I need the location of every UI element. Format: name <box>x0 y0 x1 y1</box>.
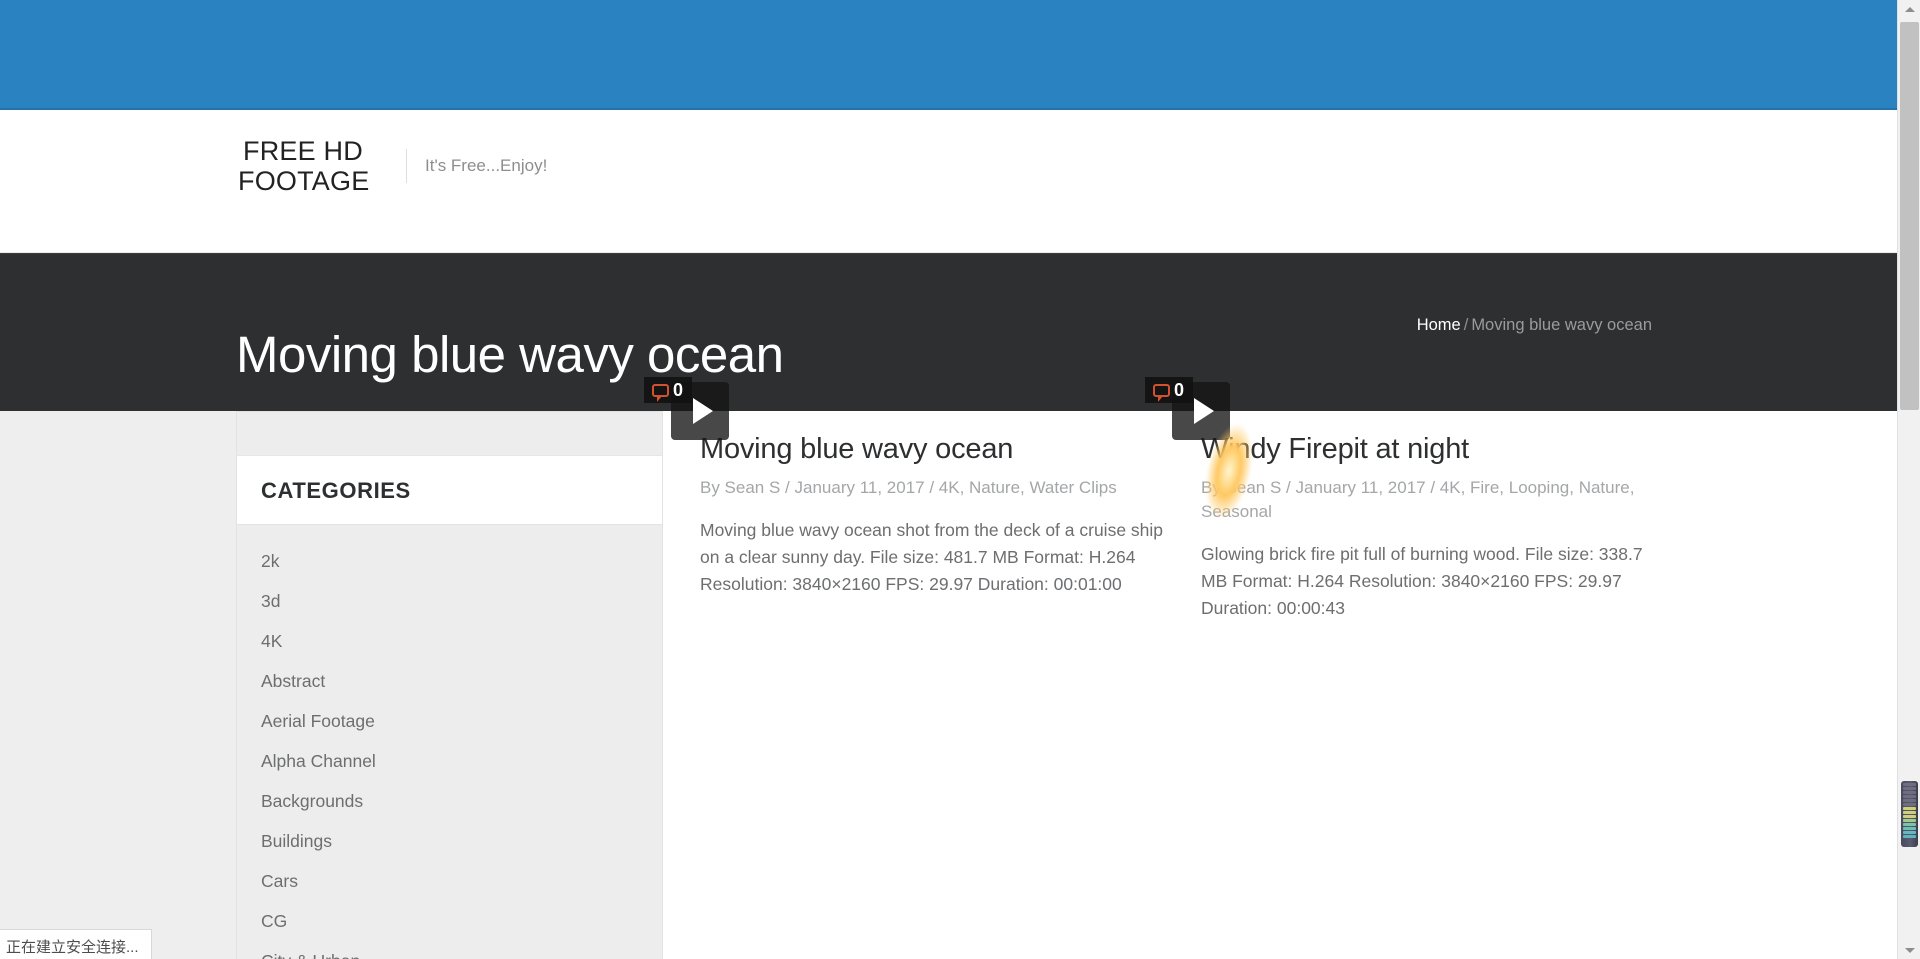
logo-divider <box>406 149 407 183</box>
video-card-meta: By Sean S / January 11, 2017 / 4K, Fire,… <box>1201 478 1635 521</box>
video-card: 0 Moving blue wavy ocean By Sean S / Jan… <box>643 377 1164 622</box>
video-card-title[interactable]: Moving blue wavy ocean <box>700 432 1163 466</box>
categories-widget-header: CATEGORIES <box>237 456 662 525</box>
scroll-up-arrow-icon[interactable] <box>1898 0 1920 18</box>
list-item: 4K <box>237 621 662 661</box>
page-left-gutter <box>0 411 236 959</box>
categories-list: 2k 3d 4K Abstract Aerial Footage Alpha C… <box>237 525 662 959</box>
sidebar-item-city-urban[interactable]: City & Urban <box>237 941 662 959</box>
sidebar-item-aerial-footage[interactable]: Aerial Footage <box>237 701 662 741</box>
list-item: CG <box>237 901 662 941</box>
list-item: City & Urban <box>237 941 662 959</box>
browser-status-bubble: 正在建立安全连接... <box>0 929 152 959</box>
video-card-description: Moving blue wavy ocean shot from the dec… <box>700 520 1164 594</box>
sidebar-item-alpha-channel[interactable]: Alpha Channel <box>237 741 662 781</box>
list-item: Backgrounds <box>237 781 662 821</box>
list-item: Alpha Channel <box>237 741 662 781</box>
page-title-band: Moving blue wavy ocean Home / Moving blue … <box>0 253 1897 411</box>
video-card: 0 Windy Firepit at night By Sean S / Jan… <box>1144 377 1664 622</box>
sidebar-item-2k[interactable]: 2k <box>237 541 662 581</box>
sidebar-item-buildings[interactable]: Buildings <box>237 821 662 861</box>
browser-page: FREE HD FOOTAGE It's Free...Enjoy! Movin… <box>0 0 1920 959</box>
sidebar-item-cg[interactable]: CG <box>237 901 662 941</box>
page-title: Moving blue wavy ocean <box>236 326 784 384</box>
list-item: 2k <box>237 541 662 581</box>
browser-status-text: 正在建立安全连接... <box>6 939 139 956</box>
video-card-title[interactable]: Windy Firepit at night <box>1201 432 1664 466</box>
scrollbar-meter-indicator <box>1901 781 1918 847</box>
sidebar: CATEGORIES 2k 3d 4K Abstract Aerial Foot… <box>236 411 663 959</box>
list-item: Cars <box>237 861 662 901</box>
vertical-scrollbar[interactable] <box>1897 0 1920 959</box>
categories-widget: CATEGORIES 2k 3d 4K Abstract Aerial Foot… <box>236 455 663 959</box>
scroll-down-arrow-icon[interactable] <box>1898 941 1920 959</box>
list-item: Aerial Footage <box>237 701 662 741</box>
logo-line-2: FOOTAGE <box>238 166 370 196</box>
sidebar-item-cars[interactable]: Cars <box>237 861 662 901</box>
browser-chrome-bar <box>0 0 1897 110</box>
breadcrumb-home-link[interactable]: Home <box>1417 316 1461 334</box>
site-tagline: It's Free...Enjoy! <box>425 156 548 175</box>
sidebar-item-abstract[interactable]: Abstract <box>237 661 662 701</box>
video-card-meta: By Sean S / January 11, 2017 / 4K, Natur… <box>700 478 1117 497</box>
video-grid: 0 Moving blue wavy ocean By Sean S / Jan… <box>643 377 1870 622</box>
sidebar-item-4k[interactable]: 4K <box>237 621 662 661</box>
sidebar-item-3d[interactable]: 3d <box>237 581 662 621</box>
content-area: CATEGORIES 2k 3d 4K Abstract Aerial Foot… <box>0 377 1897 959</box>
breadcrumb-separator: / <box>1463 316 1469 334</box>
video-card-description: Glowing brick fire pit full of burning w… <box>1201 544 1643 618</box>
site-header: FREE HD FOOTAGE It's Free...Enjoy! <box>0 110 1897 253</box>
breadcrumb: Home / Moving blue wavy ocean <box>1417 316 1652 335</box>
site-logo[interactable]: FREE HD FOOTAGE It's Free...Enjoy! <box>238 136 547 196</box>
list-item: Buildings <box>237 821 662 861</box>
logo-text: FREE HD FOOTAGE <box>238 136 370 196</box>
logo-line-1: FREE HD <box>243 136 363 166</box>
sidebar-item-backgrounds[interactable]: Backgrounds <box>237 781 662 821</box>
categories-widget-title: CATEGORIES <box>261 478 411 503</box>
scrollbar-thumb[interactable] <box>1900 22 1919 410</box>
list-item: Abstract <box>237 661 662 701</box>
list-item: 3d <box>237 581 662 621</box>
sidebar-top-widget-box <box>236 411 663 455</box>
breadcrumb-current: Moving blue wavy ocean <box>1471 316 1652 334</box>
